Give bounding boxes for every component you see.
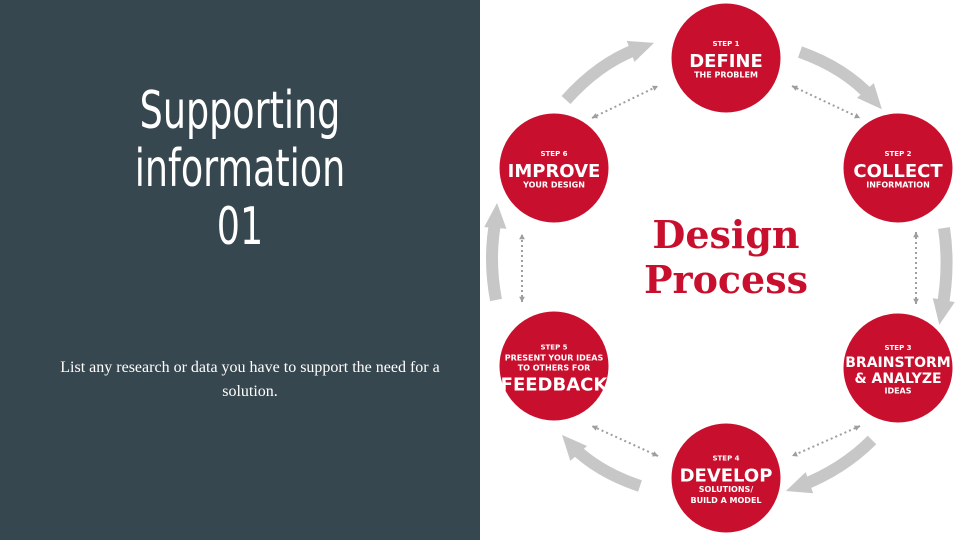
- step-1-text: THE PROBLEM: [694, 70, 758, 79]
- center-title-line-2: Process: [644, 257, 808, 302]
- dotted-arrow-head: [652, 85, 658, 91]
- step-1-node: STEP 1 DEFINETHE PROBLEM: [668, 0, 784, 116]
- step-6-node: STEP 6 IMPROVEYOUR DESIGN: [496, 110, 612, 226]
- cycle-arrow: [797, 435, 877, 492]
- design-process-diagram: STEP 1 DEFINETHE PROBLEM STEP 2 COLLECTINFO…: [484, 0, 956, 536]
- step-4-text: BUILD A MODEL: [690, 496, 761, 505]
- step-1-text: STEP 1: [712, 40, 739, 48]
- cycle-arrow-head: [932, 298, 955, 325]
- title-line-2: information: [134, 139, 346, 199]
- dotted-arrow-head: [913, 298, 919, 304]
- step-6-text: STEP 6: [540, 150, 567, 158]
- title-line-1: Supporting: [139, 81, 341, 141]
- step-4-node: STEP 4 DEVELOPSOLUTIONS/BUILD A MODEL: [668, 420, 784, 536]
- step-5-text: STEP 5: [540, 343, 567, 351]
- cycle-arrow-head: [626, 40, 655, 62]
- step-2-node: STEP 2 COLLECTINFORMATION: [840, 110, 956, 226]
- step-4-text: DEVELOP: [680, 465, 773, 486]
- dotted-connector: [591, 425, 659, 457]
- step-2-text: COLLECT: [853, 161, 943, 182]
- dotted-connector: [791, 85, 861, 119]
- step-5-text: TO OTHERS FOR: [518, 363, 591, 372]
- dotted-arrow-head: [519, 296, 525, 302]
- cycle-arrow: [936, 227, 953, 312]
- cycle-arrow-head: [484, 203, 507, 229]
- cycle-arrow: [561, 42, 643, 105]
- step-3-text: & ANALYZE: [854, 371, 941, 387]
- step-3-text: STEP 3: [884, 344, 911, 352]
- diagram-panel: STEP 1 DEFINE THE PROBLEM STEP 2 COLLECT INFO…: [480, 0, 960, 540]
- step-5-text: PRESENT YOUR IDEAS: [505, 353, 604, 362]
- dotted-arrow-head: [792, 451, 798, 457]
- step-3-text: BRAINSTORM: [845, 355, 950, 371]
- step-6-text: YOUR DESIGN: [522, 180, 585, 189]
- step-4-text: STEP 4: [712, 454, 739, 462]
- slide-body-text: List any research or data you have to su…: [60, 359, 440, 400]
- step-3-node: STEP 3 BRAINSTORM& ANALYZEIDEAS: [840, 310, 956, 426]
- step-2-text: INFORMATION: [866, 180, 930, 189]
- step-6-text: IMPROVE: [508, 161, 601, 182]
- title-panel: Supporting information 01 List any resea…: [0, 0, 480, 540]
- dotted-arrow-head: [913, 232, 919, 238]
- cycle-arrow: [486, 216, 502, 302]
- center-title-line-1: Design: [652, 212, 799, 257]
- title-line-3: 01: [216, 197, 264, 257]
- dotted-connector: [591, 85, 659, 119]
- step-4-text: SOLUTIONS/: [699, 485, 754, 494]
- dotted-arrow-head: [854, 113, 860, 119]
- cycle-arrow: [797, 46, 877, 103]
- slide-title: Supporting information 01: [84, 82, 396, 256]
- step-5-text: FEEDBACK: [501, 374, 609, 395]
- cycle-arrow: [567, 441, 642, 492]
- step-1-text: DEFINE: [689, 51, 763, 72]
- step-2-text: STEP 2: [884, 150, 911, 158]
- dotted-arrow-head: [519, 234, 525, 240]
- step-3-text: IDEAS: [884, 386, 911, 395]
- cycle-arrow-head: [785, 472, 814, 494]
- dotted-connector: [791, 425, 861, 457]
- step-5-node: STEP 5 PRESENT YOUR IDEASTO OTHERS FOR FEE…: [496, 308, 612, 424]
